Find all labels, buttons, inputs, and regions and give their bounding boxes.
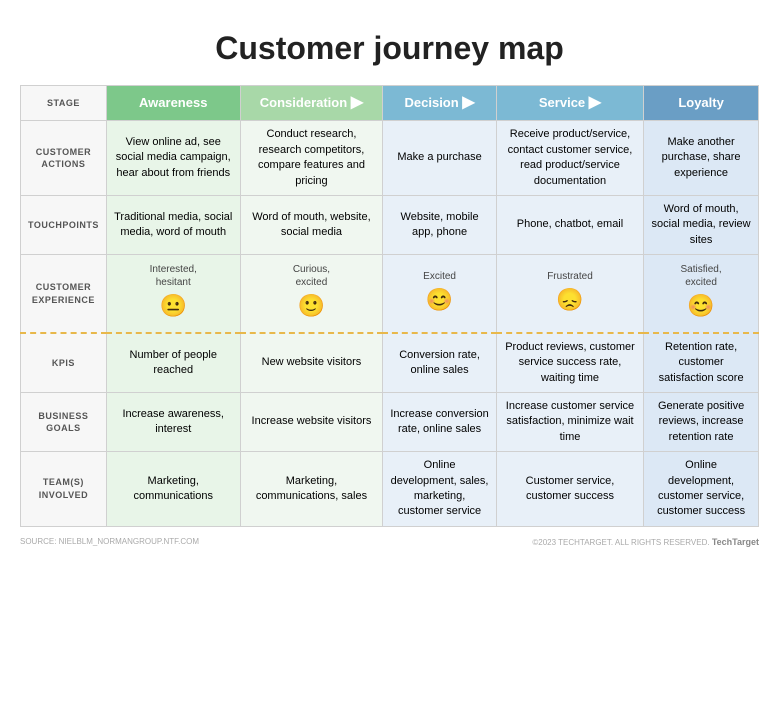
table-cell: Increase customer service satisfaction, …	[496, 393, 643, 452]
col-header-service: Service ▶	[496, 86, 643, 121]
experience-text: Satisfied, excited	[681, 263, 722, 289]
page-title: Customer journey map	[20, 20, 759, 67]
table-cell: Frustrated 😞	[496, 255, 643, 333]
arrow-icon-3: ▶	[589, 94, 601, 111]
experience-cell: Curious, excited🙂	[245, 263, 379, 324]
experience-emoji: 😊	[426, 285, 453, 316]
footer-right: ©2023 TECHTARGET. ALL RIGHTS RESERVED. T…	[532, 537, 759, 547]
experience-cell: Excited 😊	[387, 270, 492, 318]
table-cell: New website visitors	[240, 333, 383, 393]
table-cell: Increase conversion rate, online sales	[383, 393, 497, 452]
col-header-consideration: Consideration ▶	[240, 86, 383, 121]
row-label: CUSTOMER ACTIONS	[21, 121, 107, 196]
row-label: KPIS	[21, 333, 107, 393]
col-header-loyalty: Loyalty	[644, 86, 759, 121]
table-row: BUSINESS GOALSIncrease awareness, intere…	[21, 393, 759, 452]
table-cell: Retention rate, customer satisfaction sc…	[644, 333, 759, 393]
experience-cell: Frustrated 😞	[501, 270, 639, 318]
table-cell: Conduct research, research competitors, …	[240, 121, 383, 196]
stage-label-cell: STAGE	[21, 86, 107, 121]
table-cell: Customer service, customer success	[496, 452, 643, 527]
table-cell: Marketing, communications	[106, 452, 240, 527]
table-cell: Website, mobile app, phone	[383, 195, 497, 254]
journey-table: STAGE Awareness Consideration ▶ Decision…	[20, 85, 759, 527]
table-cell: Online development, sales, marketing, cu…	[383, 452, 497, 527]
table-cell: Interested, hesitant😐	[106, 255, 240, 333]
table-row: KPISNumber of people reachedNew website …	[21, 333, 759, 393]
table-row: TOUCHPOINTSTraditional media, social med…	[21, 195, 759, 254]
row-label: TEAM(S) INVOLVED	[21, 452, 107, 527]
header-row: STAGE Awareness Consideration ▶ Decision…	[21, 86, 759, 121]
table-cell: Conversion rate, online sales	[383, 333, 497, 393]
table-cell: Increase awareness, interest	[106, 393, 240, 452]
table-wrapper: STAGE Awareness Consideration ▶ Decision…	[20, 85, 759, 527]
table-cell: View online ad, see social media campaig…	[106, 121, 240, 196]
row-label: BUSINESS GOALS	[21, 393, 107, 452]
experience-emoji: 😊	[687, 291, 714, 322]
arrow-icon-1: ▶	[351, 94, 363, 111]
col-header-decision: Decision ▶	[383, 86, 497, 121]
footer: SOURCE: NIELBLM_NORMANGROUP.NTF.COM ©202…	[20, 537, 759, 547]
table-cell: Curious, excited🙂	[240, 255, 383, 333]
experience-emoji: 😞	[556, 285, 583, 316]
experience-cell: Interested, hesitant😐	[111, 263, 236, 324]
table-cell: Product reviews, customer service succes…	[496, 333, 643, 393]
table-cell: Phone, chatbot, email	[496, 195, 643, 254]
table-cell: Number of people reached	[106, 333, 240, 393]
table-cell: Word of mouth, social media, review site…	[644, 195, 759, 254]
table-cell: Marketing, communications, sales	[240, 452, 383, 527]
table-row: CUSTOMER ACTIONSView online ad, see soci…	[21, 121, 759, 196]
experience-text: Interested, hesitant	[150, 263, 197, 289]
experience-text: Curious, excited	[293, 263, 330, 289]
table-cell: Online development, customer service, cu…	[644, 452, 759, 527]
row-label: CUSTOMER EXPERIENCE	[21, 255, 107, 333]
col-header-awareness: Awareness	[106, 86, 240, 121]
arrow-icon-2: ▶	[462, 94, 474, 111]
row-label: TOUCHPOINTS	[21, 195, 107, 254]
table-cell: Make another purchase, share experience	[644, 121, 759, 196]
table-row: TEAM(S) INVOLVEDMarketing, communication…	[21, 452, 759, 527]
table-cell: Excited 😊	[383, 255, 497, 333]
footer-left: SOURCE: NIELBLM_NORMANGROUP.NTF.COM	[20, 537, 199, 546]
experience-cell: Satisfied, excited😊	[648, 263, 754, 324]
table-cell: Satisfied, excited😊	[644, 255, 759, 333]
experience-text: Excited	[423, 270, 456, 283]
table-cell: Increase website visitors	[240, 393, 383, 452]
table-cell: Traditional media, social media, word of…	[106, 195, 240, 254]
table-cell: Word of mouth, website, social media	[240, 195, 383, 254]
table-cell: Generate positive reviews, increase rete…	[644, 393, 759, 452]
experience-emoji: 🙂	[298, 291, 325, 322]
table-cell: Receive product/service, contact custome…	[496, 121, 643, 196]
table-row: CUSTOMER EXPERIENCEInterested, hesitant😐…	[21, 255, 759, 333]
logo-text: TechTarget	[712, 537, 759, 547]
experience-text: Frustrated	[547, 270, 593, 283]
experience-emoji: 😐	[160, 291, 187, 322]
table-cell: Make a purchase	[383, 121, 497, 196]
main-card: Customer journey map STAGE Awareness Con…	[0, 0, 779, 719]
